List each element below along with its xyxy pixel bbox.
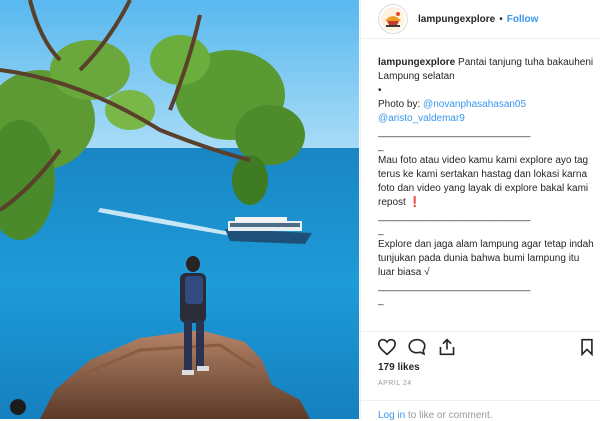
post-header: lampungexplore • Follow	[361, 0, 600, 39]
action-bar	[361, 331, 600, 356]
heart-icon[interactable]	[377, 338, 397, 356]
photo-by-label: Photo by:	[378, 99, 421, 110]
credit-link-2[interactable]: @aristo_valdemar9	[378, 112, 594, 126]
underscore-line-3: _	[378, 295, 384, 306]
caption-paragraph-1: Mau foto atau video kamu kami explore ay…	[378, 155, 589, 208]
post-date[interactable]: APRIL 24	[378, 380, 412, 387]
login-link[interactable]: Log in	[378, 410, 405, 421]
login-prompt-text: to like or comment.	[405, 410, 493, 421]
caption-paragraph-2: Explore dan jaga alam lampung agar tetap…	[378, 239, 594, 278]
post-caption: lampungexplore Pantai tanjung tuha bakau…	[378, 56, 594, 308]
comment-icon[interactable]	[407, 338, 427, 356]
bullet-line: •	[378, 85, 382, 96]
lampung-explore-logo-icon	[381, 7, 405, 31]
comment-footer: Log in to like or comment.	[361, 400, 600, 421]
divider-line-2: ______________________________	[378, 211, 530, 222]
share-icon[interactable]	[437, 338, 457, 356]
avatar[interactable]	[378, 4, 408, 34]
follow-button[interactable]: Follow	[507, 14, 539, 25]
divider-line: ______________________________	[378, 127, 530, 138]
login-prompt: Log in to like or comment.	[378, 410, 493, 421]
header-username[interactable]: lampungexplore	[418, 14, 495, 25]
user-tag-indicator[interactable]	[10, 399, 26, 415]
credit-link-1[interactable]: @novanphasahasan05	[423, 99, 526, 110]
post-image	[0, 0, 359, 419]
divider-line-3: ______________________________	[378, 281, 530, 292]
caption-username[interactable]: lampungexplore	[378, 57, 455, 68]
photo-credit-line: Photo by: @novanphasahasan05	[378, 98, 594, 112]
post-photo[interactable]	[0, 0, 359, 419]
likes-count[interactable]: 179 likes	[378, 362, 420, 373]
bookmark-icon[interactable]	[579, 338, 595, 356]
boat	[225, 217, 312, 244]
underscore-line: _	[378, 141, 384, 152]
post-details-panel: lampungexplore • Follow lampungexplore P…	[360, 0, 600, 421]
underscore-line-2: _	[378, 225, 384, 236]
header-separator: •	[499, 13, 503, 25]
caption-title-line: lampungexplore Pantai tanjung tuha bakau…	[378, 56, 594, 84]
